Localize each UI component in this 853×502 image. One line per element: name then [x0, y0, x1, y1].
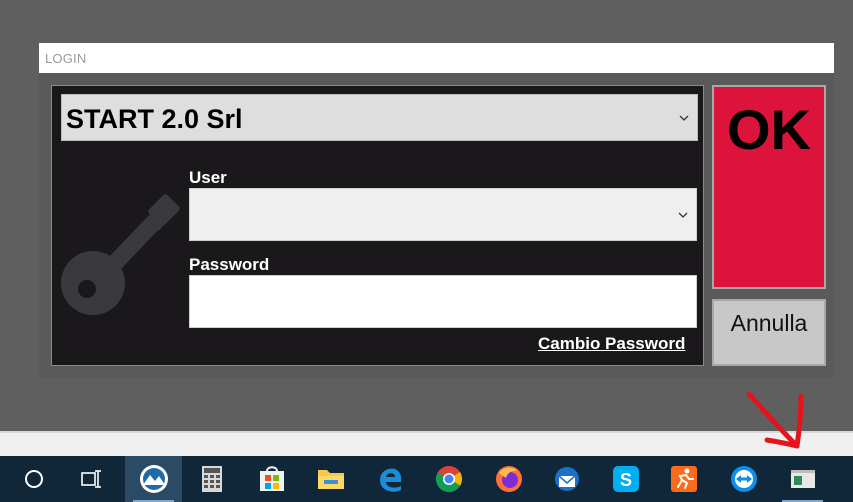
- title-bar[interactable]: LOGIN: [39, 43, 834, 73]
- taskbar-chrome[interactable]: [420, 456, 477, 502]
- skype-icon: S: [612, 466, 639, 492]
- taskbar-store[interactable]: [243, 456, 300, 502]
- ok-button-label: OK: [727, 98, 811, 161]
- taskbar-file-explorer[interactable]: [302, 456, 359, 502]
- password-field[interactable]: [189, 275, 697, 328]
- taskbar-app-active[interactable]: [125, 456, 182, 502]
- user-select[interactable]: [189, 188, 697, 241]
- chevron-down-icon: [678, 212, 688, 218]
- taskbar-strava[interactable]: [655, 456, 712, 502]
- svg-text:S: S: [619, 470, 631, 490]
- company-select[interactable]: START 2.0 Srl: [61, 94, 698, 141]
- taskbar-edge[interactable]: [362, 456, 419, 502]
- taskbar-skype[interactable]: S: [597, 456, 654, 502]
- user-label: User: [189, 168, 227, 187]
- window-title: LOGIN: [45, 51, 87, 66]
- chrome-icon: [435, 466, 462, 493]
- cancel-button-label: Annulla: [730, 310, 808, 336]
- task-view-icon: [80, 470, 101, 488]
- teamviewer-icon: [730, 466, 757, 492]
- key-icon: [61, 194, 180, 315]
- taskbar-window-app[interactable]: [774, 456, 831, 502]
- taskbar-thunderbird[interactable]: [538, 456, 595, 502]
- calculator-icon: [201, 466, 222, 492]
- company-value: START 2.0 Srl: [66, 104, 243, 134]
- password-label: Password: [189, 255, 270, 274]
- login-window: LOGIN START 2.0 Srl User Password Cambio…: [39, 43, 834, 378]
- cortana-icon: [24, 470, 43, 488]
- taskbar-firefox[interactable]: [480, 456, 537, 502]
- cancel-button[interactable]: Annulla: [712, 299, 826, 366]
- cortana-button[interactable]: [5, 456, 62, 502]
- login-panel: START 2.0 Srl User Password Cambio Passw…: [51, 85, 704, 366]
- change-password-link[interactable]: Cambio Password: [538, 334, 685, 354]
- taskbar-teamviewer[interactable]: [715, 456, 772, 502]
- app-icon: [139, 465, 168, 493]
- chevron-down-icon: [679, 115, 689, 121]
- task-view-button[interactable]: [62, 456, 119, 502]
- strava-icon: [670, 466, 697, 492]
- status-strip: [0, 431, 853, 456]
- window-app-icon: [790, 470, 815, 488]
- taskbar-calculator[interactable]: [183, 456, 240, 502]
- edge-icon: [379, 468, 401, 492]
- annotation-arrow: [746, 391, 804, 449]
- microsoft-store-icon: [259, 466, 284, 491]
- ok-button[interactable]: OK: [712, 85, 826, 289]
- firefox-icon: [495, 466, 522, 492]
- taskbar: S: [0, 456, 853, 502]
- thunderbird-icon: [554, 467, 579, 491]
- file-explorer-icon: [317, 470, 344, 489]
